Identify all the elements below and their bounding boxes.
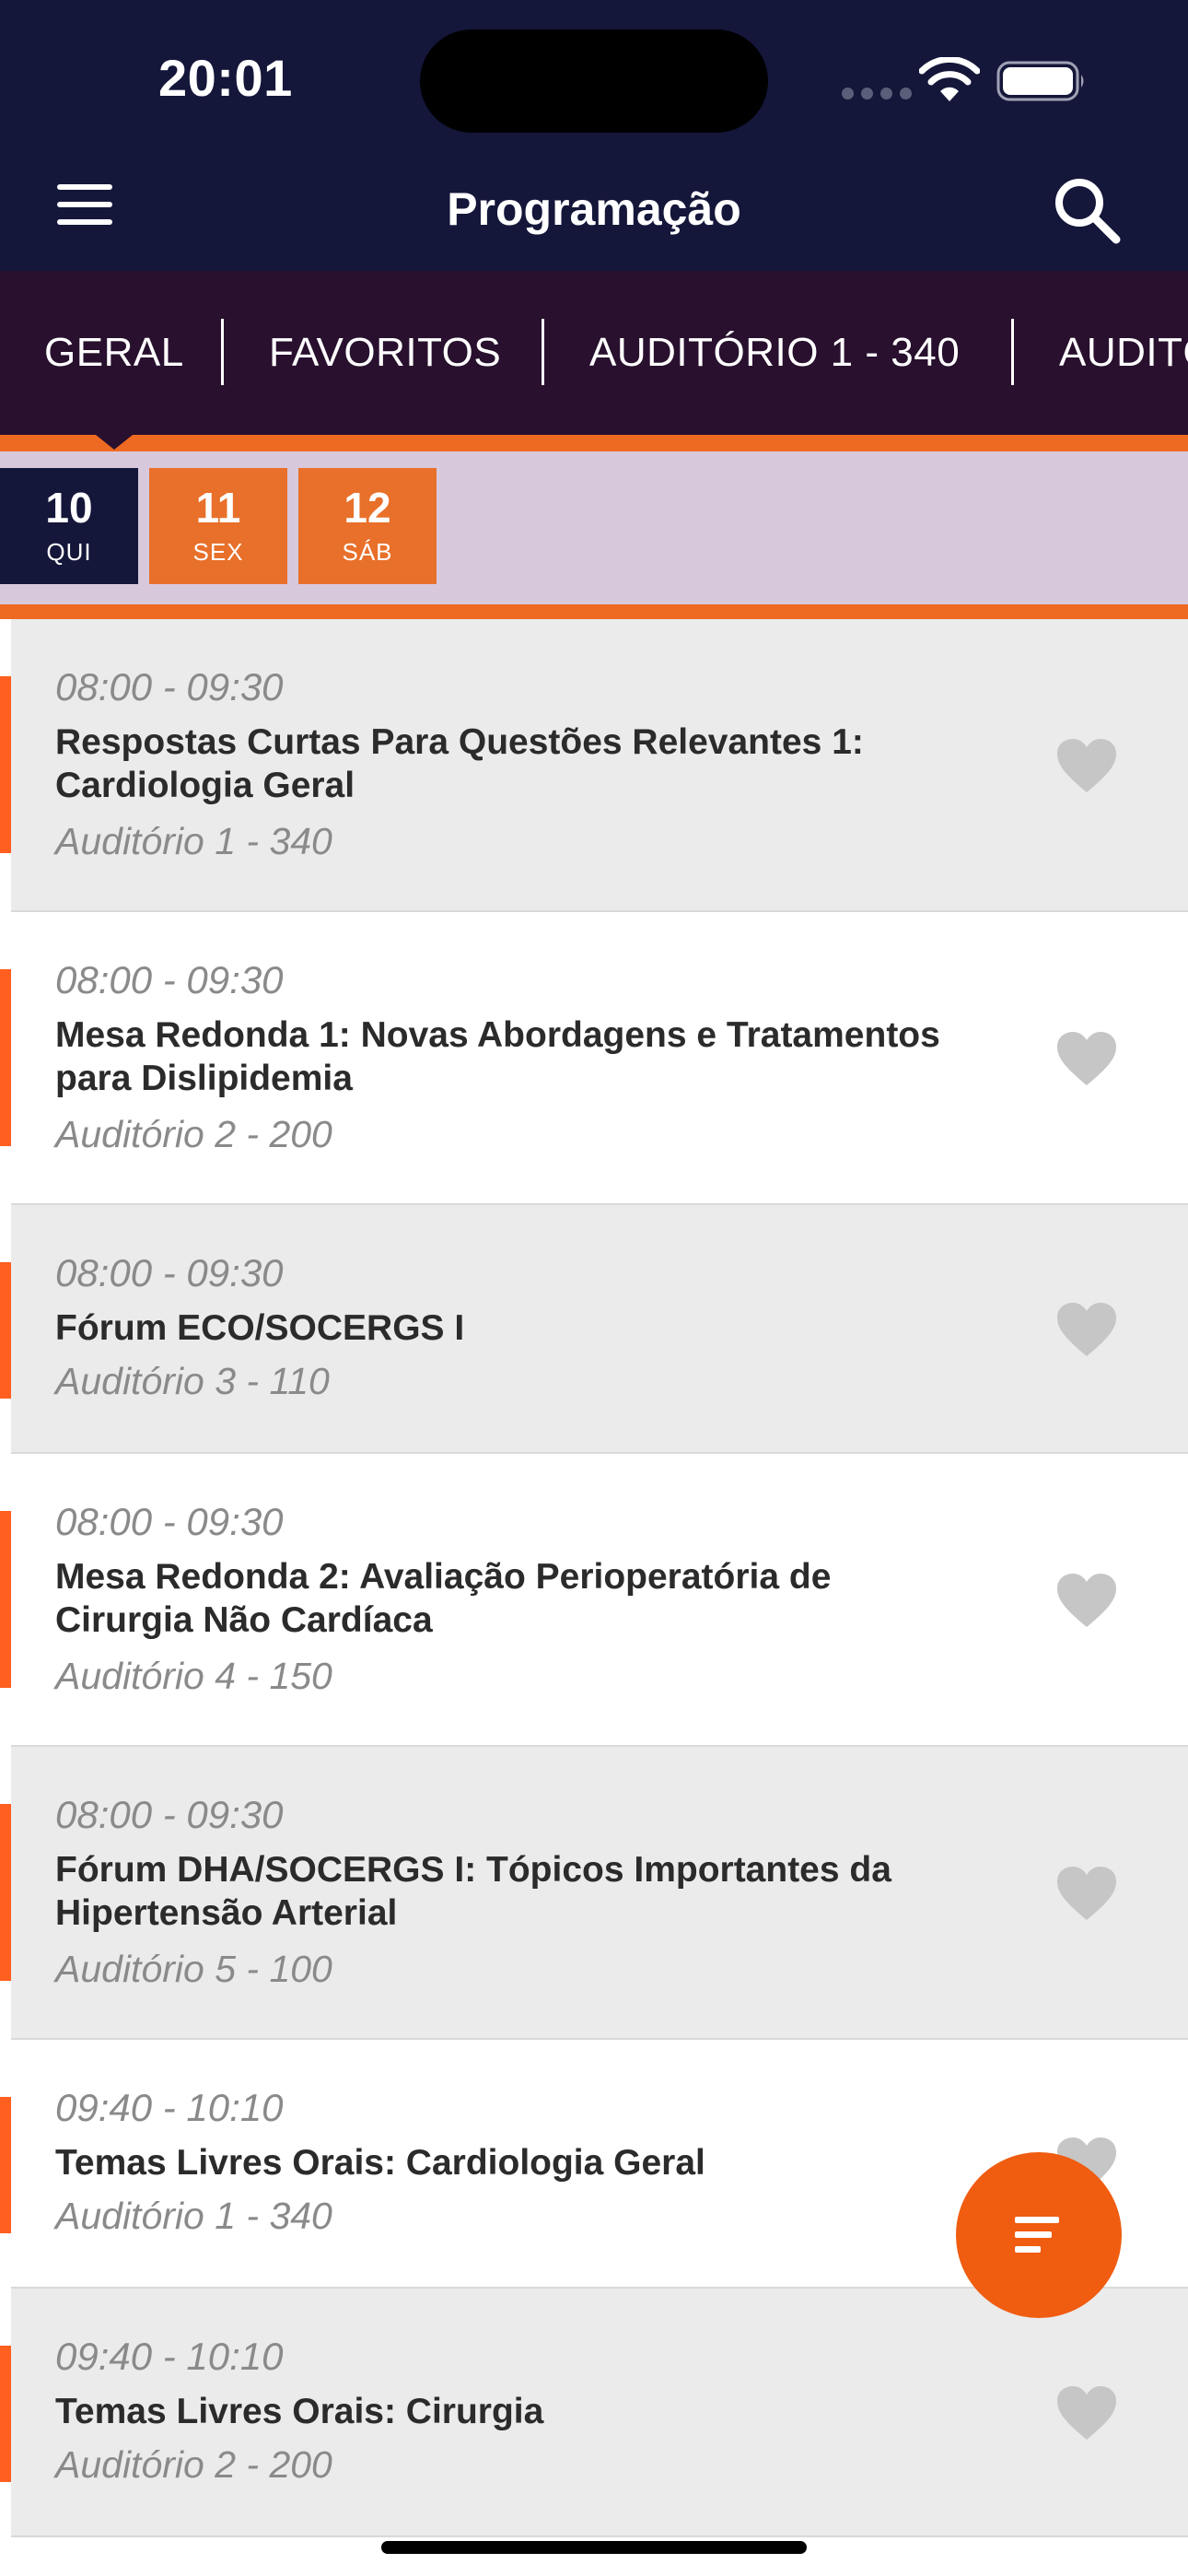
day-10[interactable]: 10 QUI	[0, 468, 138, 584]
session-time: 08:00 - 09:30	[55, 1500, 284, 1543]
session-time: 08:00 - 09:30	[55, 665, 284, 708]
cellular-signal-icon	[842, 88, 912, 100]
date-selector: 10 QUI 11 SEX 12 SÁB	[0, 451, 1188, 604]
heart-icon[interactable]	[1055, 1572, 1118, 1629]
tab-favoritos[interactable]: FAVORITOS	[269, 271, 501, 435]
session-room: Auditório 1 - 340	[55, 2195, 332, 2237]
tab-auditorio-1[interactable]: AUDITÓRIO 1 - 340	[589, 271, 960, 435]
day-weekday: SEX	[192, 538, 244, 566]
session-room: Auditório 5 - 100	[55, 1948, 332, 1990]
session-time: 09:40 - 10:10	[55, 2335, 284, 2378]
session-title: Fórum DHA/SOCERGS I: Tópicos Importantes…	[55, 1850, 891, 1933]
battery-icon	[996, 61, 1084, 101]
session-accent-bar	[0, 1804, 11, 1981]
tab-divider	[542, 319, 544, 385]
day-weekday: QUI	[46, 538, 92, 566]
date-strip-border-top	[0, 435, 1188, 451]
dynamic-island	[420, 29, 768, 133]
tab-divider	[1011, 319, 1014, 385]
session-accent-bar	[0, 676, 11, 853]
heart-icon[interactable]	[1055, 1301, 1118, 1358]
filter-fab-button[interactable]	[956, 2152, 1122, 2318]
page-title: Programação	[447, 183, 741, 235]
heart-icon[interactable]	[1055, 1030, 1118, 1087]
session-time: 08:00 - 09:30	[55, 1793, 284, 1836]
tab-divider	[221, 319, 224, 385]
session-room: Auditório 4 - 150	[55, 1655, 332, 1697]
filter-list-icon	[1015, 2217, 1059, 2253]
day-11[interactable]: 11 SEX	[149, 468, 287, 584]
session-title: Temas Livres Orais: Cardiologia Geral	[55, 2143, 705, 2183]
tab-auditorio-2[interactable]: AUDITÓRIO 2 - 200	[1059, 271, 1188, 435]
date-strip-border-bottom	[0, 604, 1188, 619]
session-item[interactable]: 08:00 - 09:30 Mesa Redonda 2: Avaliação …	[0, 1454, 1188, 1747]
active-tab-indicator	[96, 435, 133, 450]
day-12[interactable]: 12 SÁB	[298, 468, 437, 584]
session-room: Auditório 2 - 200	[55, 1113, 332, 1155]
session-accent-bar	[0, 969, 11, 1146]
session-accent-bar	[0, 1262, 11, 1399]
session-item[interactable]: 08:00 - 09:30 Fórum DHA/SOCERGS I: Tópic…	[0, 1747, 1188, 2040]
day-number: 10	[45, 484, 93, 532]
home-indicator	[381, 2541, 807, 2554]
tab-bar: GERAL FAVORITOS AUDITÓRIO 1 - 340 AUDITÓ…	[0, 271, 1188, 435]
day-number: 12	[344, 484, 391, 532]
day-number: 11	[195, 484, 241, 532]
session-title: Temas Livres Orais: Cirurgia	[55, 2392, 544, 2431]
search-icon[interactable]	[1050, 173, 1124, 247]
heart-icon[interactable]	[1055, 2384, 1118, 2441]
heart-icon[interactable]	[1055, 737, 1118, 794]
session-title: Respostas Curtas Para Questões Relevante…	[55, 722, 864, 805]
session-time: 08:00 - 09:30	[55, 1251, 284, 1294]
tab-geral[interactable]: GERAL	[44, 271, 184, 435]
session-item[interactable]: 09:40 - 10:10 Temas Livres Orais: Cirurg…	[0, 2289, 1188, 2537]
session-item[interactable]: 08:00 - 09:30 Mesa Redonda 1: Novas Abor…	[0, 912, 1188, 1205]
wifi-icon	[919, 57, 980, 101]
session-room: Auditório 1 - 340	[55, 820, 332, 862]
status-time: 20:01	[158, 49, 293, 107]
session-accent-bar	[0, 2346, 11, 2482]
session-accent-bar	[0, 2097, 11, 2233]
session-title: Mesa Redonda 2: Avaliação Perioperatória…	[55, 1557, 832, 1640]
session-time: 08:00 - 09:30	[55, 958, 284, 1001]
session-room: Auditório 2 - 200	[55, 2443, 332, 2486]
session-item[interactable]: 08:00 - 09:30 Respostas Curtas Para Ques…	[0, 619, 1188, 912]
session-room: Auditório 3 - 110	[55, 1360, 330, 1402]
session-title: Fórum ECO/SOCERGS I	[55, 1308, 465, 1348]
day-weekday: SÁB	[342, 538, 393, 566]
header-bar: 20:01 Programação	[0, 0, 1188, 271]
heart-icon[interactable]	[1055, 1865, 1118, 1922]
session-time: 09:40 - 10:10	[55, 2086, 284, 2129]
session-item[interactable]: 08:00 - 09:30 Fórum ECO/SOCERGS I Auditó…	[0, 1205, 1188, 1454]
session-title: Mesa Redonda 1: Novas Abordagens e Trata…	[55, 1015, 940, 1098]
session-accent-bar	[0, 1511, 11, 1688]
